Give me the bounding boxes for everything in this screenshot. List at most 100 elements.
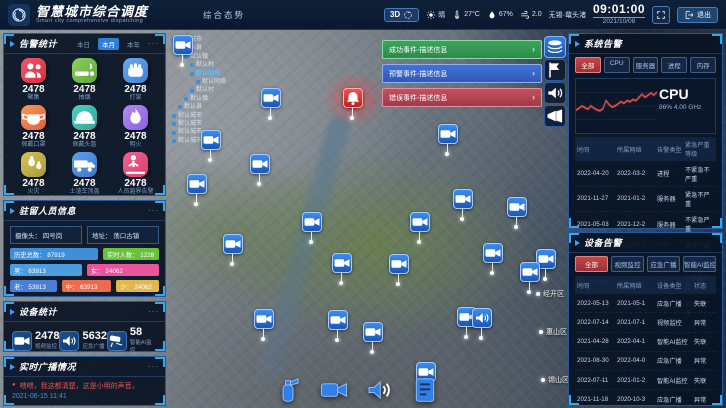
tree-node[interactable]: 默认网络 [172,78,226,86]
marker-dot [339,281,343,285]
table-cell: 应急广播 [657,299,694,308]
system-alarm-tab-CPU[interactable]: CPU [604,57,630,73]
tree-node[interactable]: 默认村 [172,86,226,94]
fire-device-3d-icon[interactable] [270,372,306,408]
alarm-stat-tile: 2478人员越界告警 [110,152,161,196]
clock: 09:01:00 2021/10/08 [593,3,645,26]
map-marker-camera[interactable] [332,253,350,285]
tree-node[interactable]: 默认城市 [172,120,226,128]
map-marker-camera[interactable] [389,254,407,286]
broadcast-device-3d-icon[interactable] [361,372,397,408]
logout-button[interactable]: 退出 [677,7,718,23]
alarm-tab-本日[interactable]: 本日 [73,38,94,50]
map-marker-speaker[interactable] [472,308,490,340]
side-tool-flag[interactable] [544,59,566,81]
alarm-label: 人员越界告警 [110,189,161,196]
map-marker-alarm[interactable] [343,88,361,120]
system-alarm-tab-内存[interactable]: 内存 [690,57,716,73]
camera-device-3d-icon[interactable] [316,372,352,408]
marker-stem [232,254,233,262]
marker-stem [270,108,271,116]
map-marker-camera[interactable] [363,322,381,354]
tree-node[interactable]: 默认城市 [172,112,226,120]
column-header: 所属网络 [617,281,657,290]
fullscreen-button[interactable] [652,6,670,24]
event-toast-success[interactable]: 成功事件-描述信息› [382,40,542,59]
table-row[interactable]: 2021-08-302022-04-0应急广播异常 [575,352,716,371]
marker-dot [261,337,265,341]
alarm-tab-本年[interactable]: 本年 [123,38,144,50]
tree-node[interactable]: 默认网络 [172,70,226,78]
more-button[interactable]: ··· [148,362,159,371]
side-tool-layers[interactable] [544,36,566,58]
system-alarm-tab-进程[interactable]: 进程 [661,57,687,73]
event-toast-error[interactable]: 错误事件-描述信息› [382,88,542,107]
personnel-info-box: 摄像头： 四号岗 [10,226,82,244]
map-marker-camera[interactable] [201,130,219,162]
map-marker-camera[interactable] [187,174,205,206]
tree-node[interactable]: 默认县 [172,103,226,111]
nav-tab-situation[interactable]: 综合态势 [203,9,245,21]
temperature: 27°C [452,10,480,20]
event-toast-info[interactable]: 预警事件-描述信息› [382,64,542,83]
map-marker-camera[interactable] [250,154,268,186]
marker-dot [350,116,354,120]
app-subtitle: Smart city comprehensive dispatching [36,18,148,24]
side-tool-megaphone[interactable] [544,105,566,127]
map-marker-camera[interactable] [254,309,272,341]
map-marker-camera[interactable] [453,189,471,221]
mode-3d-toggle[interactable]: 3D [384,8,419,22]
side-tool-speaker[interactable] [544,82,566,104]
map-marker-camera[interactable] [483,243,501,275]
table-row[interactable]: 2022-07-142021-07-1视频监控异常 [575,313,716,332]
date-value: 2021/10/08 [593,17,645,26]
tree-node-icon [190,72,194,76]
device-alarm-tab-视频监控[interactable]: 视频监控 [611,256,644,272]
map-marker-camera[interactable] [328,310,346,342]
map-marker-camera[interactable] [507,197,525,229]
table-row[interactable]: 2022-07-112021-01-2智能AI监控失联 [575,371,716,390]
table-row[interactable]: 2021-11-182020-10-3应急广播异常 [575,390,716,408]
app-header: 智慧城市综合调度 Smart city comprehensive dispat… [0,0,726,30]
map-marker-camera[interactable] [410,212,428,244]
map-marker-camera[interactable] [438,124,456,156]
table-cell: 2021-11-27 [577,195,617,202]
table-row[interactable]: 2021-04-282022-04-1智能AI监控失联 [575,333,716,352]
cabinet-device-3d-icon[interactable] [407,372,443,408]
system-alarm-tab-全部[interactable]: 全部 [575,57,601,73]
map-marker-camera[interactable] [261,88,279,120]
map-marker-camera[interactable] [223,234,241,266]
exit-icon [684,10,694,20]
speaker-icon [472,308,492,328]
map-marker-camera[interactable] [173,35,191,67]
rotate-3d-icon [403,10,413,20]
tree-node[interactable]: 默认镇 [172,95,226,103]
more-button[interactable]: ··· [148,39,159,48]
table-cell: 2021-05-1 [617,300,657,307]
personnel-stat-bar: 实时人数： 1228 [103,248,159,260]
table-cell: 2021-01-2 [617,377,657,384]
table-cell: 2020-10-3 [617,396,657,403]
tree-node-icon [178,105,182,109]
system-alarm-tab-服务器[interactable]: 服务器 [633,57,659,73]
person_cross-icon [123,152,148,177]
table-row[interactable]: 2021-11-272021-01-2服务器紧急不严重 [575,187,716,212]
device-alarm-tab-应急广播[interactable]: 应急广播 [647,256,680,272]
map-marker-camera[interactable] [520,262,538,294]
personnel-stat-bar: 历史总数： 87919 [10,248,98,260]
personnel-bars: 历史总数： 87919 实时人数： 1228 男： 63913女： 24062 老： … [4,246,165,294]
map-marker-camera[interactable] [302,212,320,244]
device-alarm-tab-全部[interactable]: 全部 [575,256,608,272]
table-row[interactable]: 2022-04-202022-03-2进程不紧急不严重 [575,161,716,186]
personnel-stat-bar: 老： 53913 [10,280,57,292]
device-alarm-tab-智能AI监控[interactable]: 智能AI监控 [683,256,716,272]
more-button[interactable]: ··· [148,307,159,316]
tree-node-label: 默认城市 [178,128,202,136]
marker-dot [445,152,449,156]
camera-icon [363,322,383,342]
more-button[interactable]: ··· [148,206,159,215]
personnel-bar-row: 男： 63913女： 24062 [4,262,165,278]
alarm-tab-本月[interactable]: 本月 [98,38,119,50]
tree-node-icon [172,139,176,143]
table-row[interactable]: 2022-05-132021-05-1应急广播失联 [575,294,716,313]
